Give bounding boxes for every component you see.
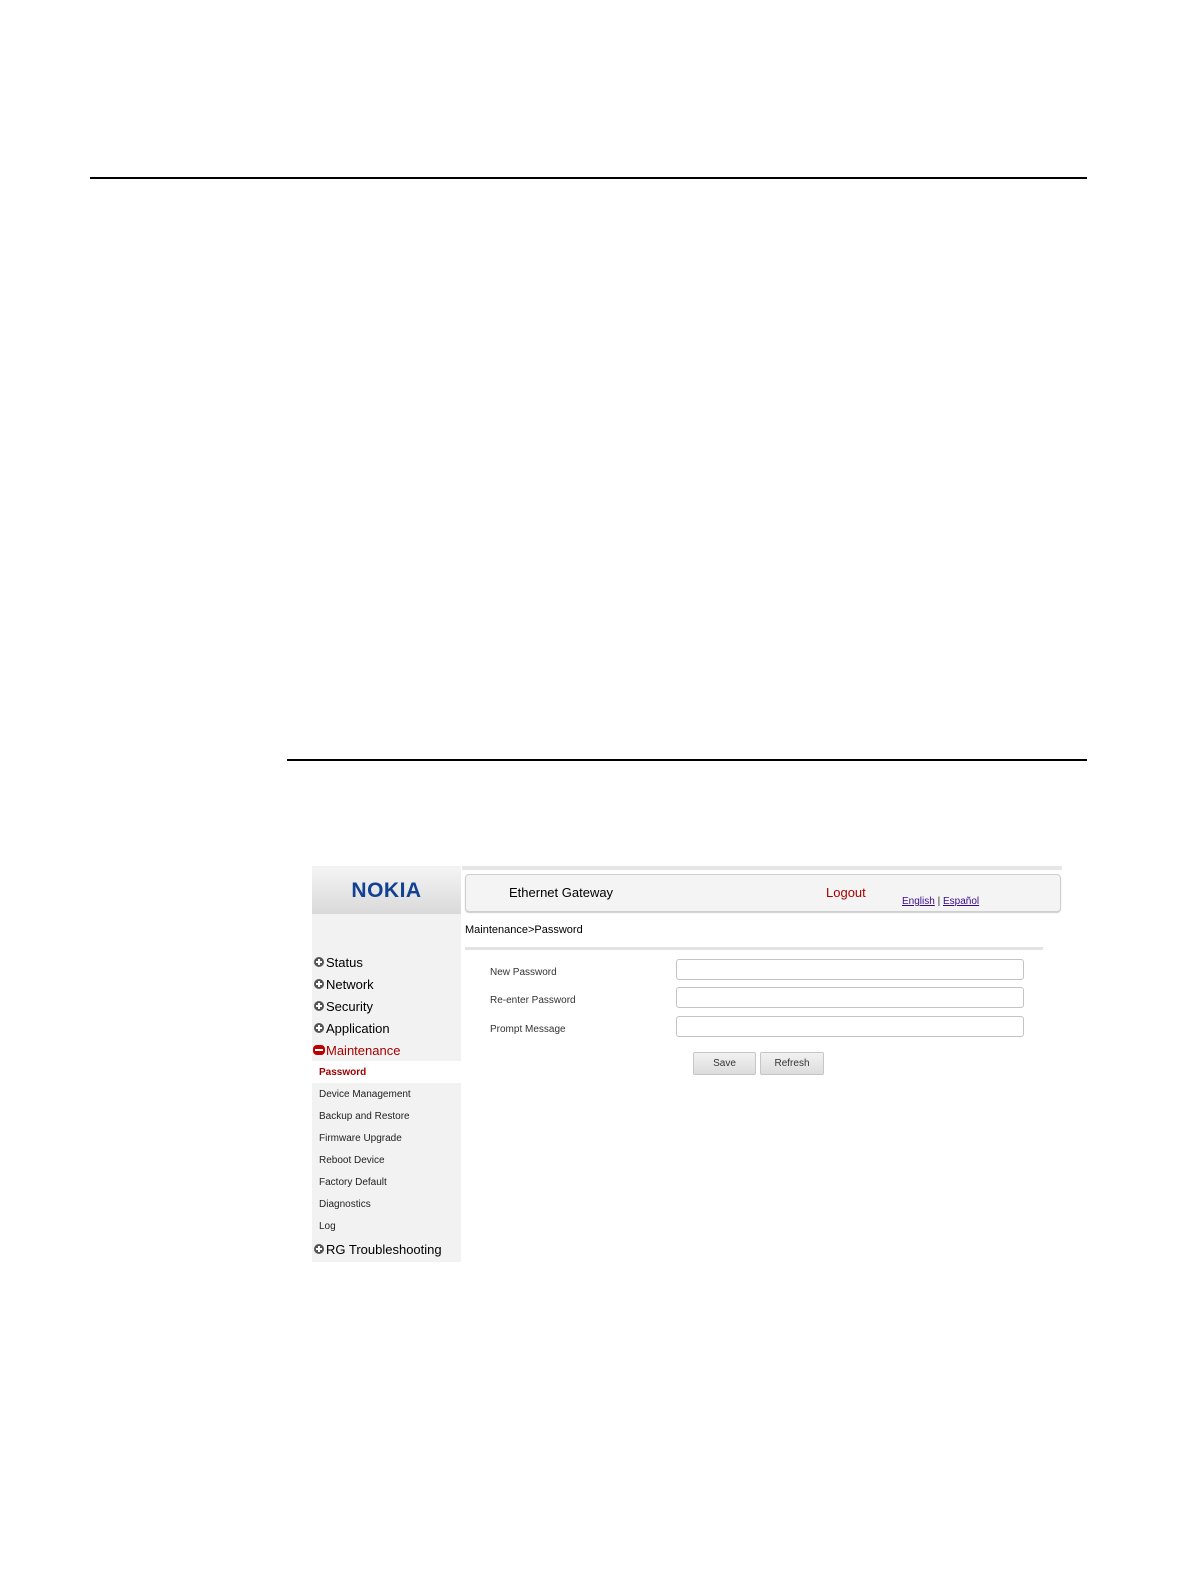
language-separator: | [937, 896, 941, 907]
sidebar-item-label: RG Troubleshooting [326, 1241, 442, 1257]
sidebar-subitem-reboot-device[interactable]: Reboot Device [312, 1149, 461, 1171]
reenter-password-field[interactable] [676, 987, 1024, 1008]
sidebar-item-label: Status [326, 954, 363, 970]
plus-icon [314, 1023, 324, 1033]
sidebar-item-application[interactable]: Application [312, 1017, 390, 1039]
new-password-label: New Password [490, 967, 557, 978]
plus-icon [314, 979, 324, 989]
content-divider [465, 947, 1043, 950]
sidebar-subitem-log[interactable]: Log [312, 1215, 461, 1237]
plus-icon [314, 1001, 324, 1011]
nokia-logo: NOKIA [351, 879, 422, 902]
language-switcher: English | Español [902, 896, 979, 907]
sidebar-item-label: Security [326, 998, 373, 1014]
sidebar-item-label: Application [326, 1020, 390, 1036]
gateway-screenshot: NOKIA Status Network Security Applicatio… [312, 866, 1062, 1262]
sidebar-item-status[interactable]: Status [312, 951, 363, 973]
logo-area: NOKIA [312, 868, 461, 914]
sidebar-subitem-password[interactable]: Password [312, 1061, 461, 1083]
sidebar-item-label: Maintenance [326, 1042, 401, 1058]
sidebar-subitem-backup-and-restore[interactable]: Backup and Restore [312, 1105, 461, 1127]
language-english-link[interactable]: English [902, 896, 935, 907]
prompt-message-field[interactable] [676, 1016, 1024, 1037]
plus-icon [314, 957, 324, 967]
sidebar-item-security[interactable]: Security [312, 995, 373, 1017]
save-button[interactable]: Save [693, 1052, 756, 1075]
header-top-strip [462, 866, 1062, 870]
sidebar-item-label: Network [326, 976, 374, 992]
language-espanol-link[interactable]: Español [943, 896, 979, 907]
header-bar: Ethernet Gateway Logout English | Españo… [465, 874, 1061, 912]
sidebar-subitem-diagnostics[interactable]: Diagnostics [312, 1193, 461, 1215]
plus-icon [314, 1244, 324, 1254]
minus-icon [313, 1045, 325, 1055]
sidebar-item-network[interactable]: Network [312, 973, 374, 995]
sidebar-item-maintenance[interactable]: Maintenance [312, 1039, 400, 1061]
sidebar-item-rg-troubleshooting[interactable]: RG Troubleshooting [312, 1238, 442, 1260]
new-password-field[interactable] [676, 959, 1024, 980]
prompt-message-label: Prompt Message [490, 1024, 566, 1035]
sidebar-subitem-firmware-upgrade[interactable]: Firmware Upgrade [312, 1127, 461, 1149]
breadcrumb: Maintenance>Password [465, 924, 583, 936]
refresh-button[interactable]: Refresh [760, 1052, 824, 1075]
page-rule-middle [287, 759, 1087, 761]
logout-link[interactable]: Logout [826, 885, 866, 900]
sidebar: NOKIA Status Network Security Applicatio… [312, 866, 461, 1262]
reenter-password-label: Re-enter Password [490, 995, 576, 1006]
page-rule-top [90, 177, 1087, 179]
sidebar-subitem-factory-default[interactable]: Factory Default [312, 1171, 461, 1193]
app-title: Ethernet Gateway [509, 885, 614, 900]
sidebar-subitem-device-management[interactable]: Device Management [312, 1083, 461, 1105]
